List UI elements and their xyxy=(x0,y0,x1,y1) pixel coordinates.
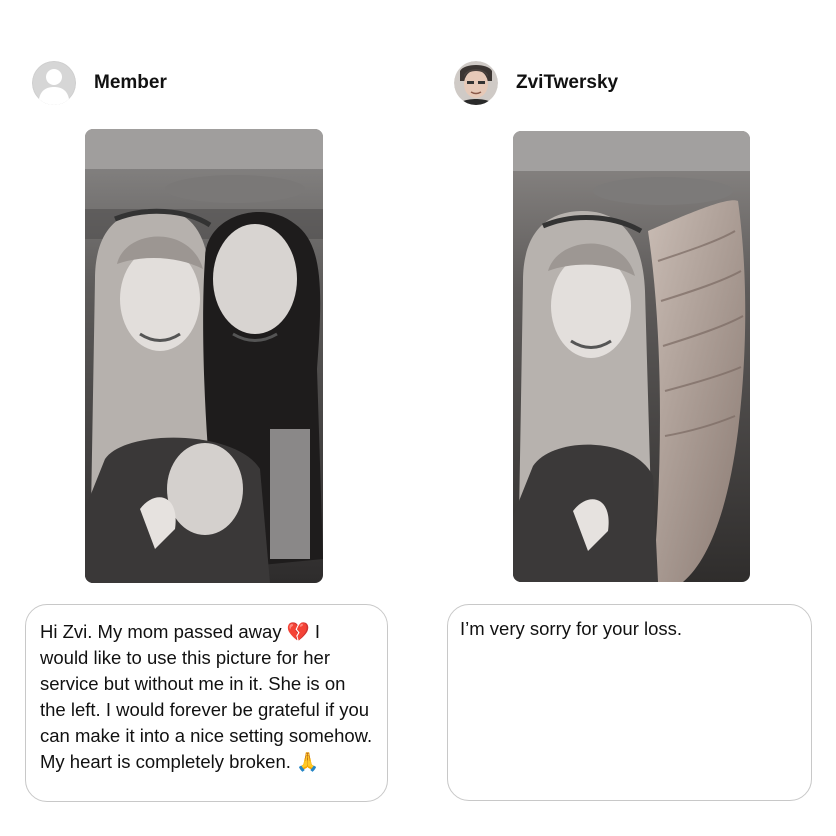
zvi-message-text: I’m very sorry for your loss. xyxy=(460,618,683,639)
zvi-message-bubble: I’m very sorry for your loss. xyxy=(447,604,812,801)
default-user-icon[interactable] xyxy=(32,61,76,105)
member-message-text: Hi Zvi. My mom passed away 💔 I would lik… xyxy=(40,621,373,772)
original-photo xyxy=(85,129,323,583)
member-header: Member xyxy=(32,60,167,106)
member-username[interactable]: Member xyxy=(94,72,167,94)
edited-photo xyxy=(513,131,750,582)
zvi-header: ZviTwersky xyxy=(454,60,618,106)
member-message-bubble: Hi Zvi. My mom passed away 💔 I would lik… xyxy=(25,604,388,802)
member-column: Member Hi Zvi. My mom passed away 💔 I wo… xyxy=(24,0,404,836)
zvi-username[interactable]: ZviTwersky xyxy=(516,72,618,94)
zvi-column: ZviTwersky I’m very sorry for your loss. xyxy=(446,0,826,836)
profile-photo-icon[interactable] xyxy=(454,61,498,105)
